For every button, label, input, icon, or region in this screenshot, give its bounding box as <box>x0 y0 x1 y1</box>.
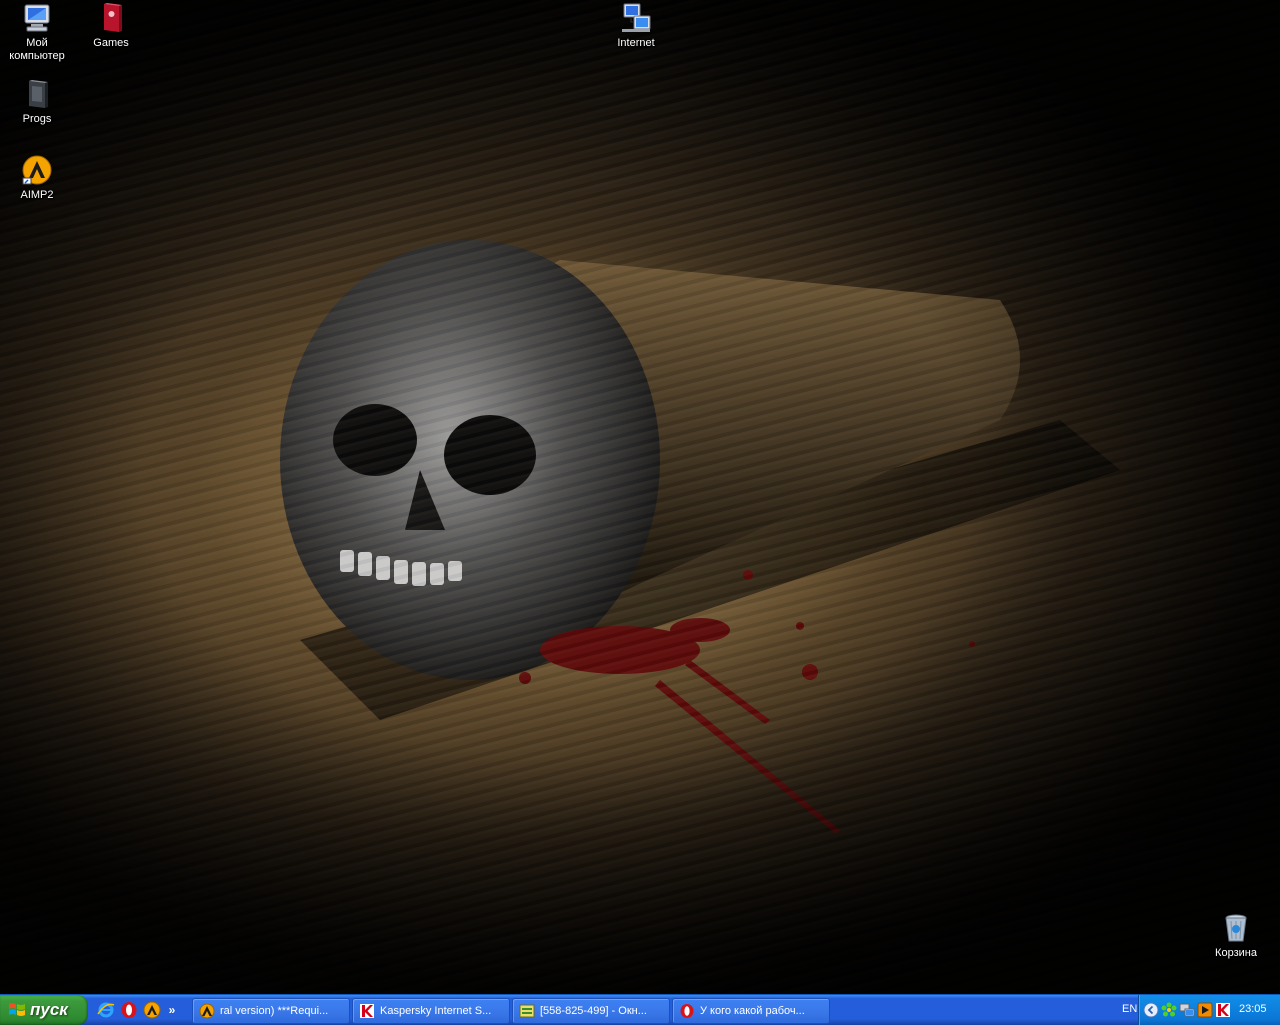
desktop-icon-progs[interactable]: Progs <box>0 78 75 126</box>
quick-launch-more-button[interactable]: » <box>165 1003 179 1017</box>
icq-window-icon <box>519 1004 535 1018</box>
desktop: Мой компьютер Games Internet Progs AIMP2… <box>0 0 1280 994</box>
desktop-icon-label: Progs <box>22 113 52 125</box>
clock[interactable]: 23:05 <box>1239 1003 1267 1015</box>
taskbar-button-label: Kaspersky Internet S... <box>380 1005 492 1017</box>
opera-icon <box>121 1002 137 1018</box>
desktop-icon-label: Internet <box>617 37 655 49</box>
desktop-icon-games[interactable]: Games <box>73 2 149 50</box>
quick-launch-aimp[interactable] <box>142 1000 162 1020</box>
taskbar-button-aimp[interactable]: ral version) ***Requi... <box>192 998 350 1024</box>
network-icon <box>622 3 651 32</box>
quick-launch-bar: » <box>96 998 179 1022</box>
progs-folder-icon <box>29 80 48 108</box>
network-connection-icon[interactable] <box>1179 1002 1195 1018</box>
desktop-icon-label: Корзина <box>1215 947 1257 959</box>
internet-explorer-icon <box>97 1002 115 1018</box>
taskbar-button-icq-window[interactable]: [558-825-499] - Окн... <box>512 998 670 1024</box>
opera-icon <box>680 1004 694 1018</box>
aimp-icon <box>22 155 52 185</box>
taskbar-button-label: [558-825-499] - Окн... <box>540 1005 647 1017</box>
tray-collapse-arrow-icon[interactable] <box>1143 1002 1159 1018</box>
start-button[interactable]: пуск <box>0 995 88 1025</box>
media-player-icon[interactable] <box>1197 1002 1213 1018</box>
desktop-icon-internet[interactable]: Internet <box>598 2 674 50</box>
start-label: пуск <box>30 1000 68 1019</box>
my-computer-icon <box>24 4 50 32</box>
windows-flag-icon <box>9 1003 25 1016</box>
icq-flower-icon[interactable] <box>1161 1002 1177 1018</box>
language-indicator[interactable]: EN <box>1122 1003 1137 1015</box>
desktop-icon-label: Мой компьютер <box>9 37 65 62</box>
recycle-bin-icon <box>1225 914 1247 942</box>
kaspersky-icon <box>360 1004 374 1018</box>
desktop-icon-label: Games <box>93 37 129 49</box>
aimp-icon <box>199 1003 215 1019</box>
quick-launch-opera[interactable] <box>119 1000 139 1020</box>
taskbar-button-kaspersky[interactable]: Kaspersky Internet S... <box>352 998 510 1024</box>
desktop-icon-recycle-bin[interactable]: Корзина <box>1198 912 1274 960</box>
taskbar-button-label: У кого какой рабоч... <box>700 1005 805 1017</box>
quick-launch-internet-explorer[interactable] <box>96 1000 116 1020</box>
taskbar: пуск » ral version) ***Requi... Kaspersk… <box>0 994 1280 1025</box>
wallpaper-image <box>280 240 1120 834</box>
desktop-icon-label: AIMP2 <box>20 189 54 201</box>
aimp-icon <box>143 1001 161 1019</box>
taskbar-button-opera[interactable]: У кого какой рабоч... <box>672 998 830 1024</box>
desktop-icon-my-computer[interactable]: Мой компьютер <box>0 2 75 63</box>
desktop-icon-aimp2[interactable]: AIMP2 <box>0 154 75 202</box>
taskbar-button-label: ral version) ***Requi... <box>220 1005 329 1017</box>
games-folder-icon <box>104 3 122 32</box>
kaspersky-tray-icon[interactable] <box>1215 1002 1231 1018</box>
system-tray: 23:05 <box>1138 995 1280 1025</box>
